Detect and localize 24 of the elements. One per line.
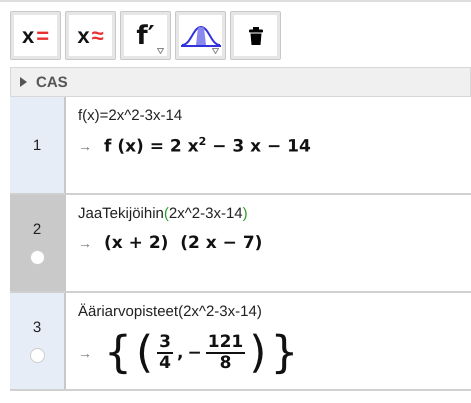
tool-button[interactable]: x≈ (65, 11, 116, 60)
row-header[interactable]: 1 (10, 97, 66, 193)
row-header[interactable]: 2 (10, 195, 66, 291)
arrow: → (78, 138, 92, 154)
row-header[interactable]: 3 (10, 293, 66, 389)
trash-icon (248, 26, 262, 44)
result-expression: (x + 2) (2 x − 7) (104, 233, 262, 253)
tool-button[interactable]: x= (10, 11, 61, 60)
visibility-toggle[interactable] (30, 348, 44, 363)
delete-button[interactable] (230, 11, 281, 60)
input-field[interactable]: Ääriarvopisteet(2x^2-3x-14) (78, 303, 262, 320)
view-title: CAS (36, 74, 68, 90)
row-number: 1 (32, 136, 42, 154)
row-number: 3 (32, 319, 42, 336)
probability-tool[interactable] (175, 11, 226, 60)
result-expression: f (x) = 2 x$^{2}$ − 3 x − 14 (104, 135, 311, 157)
input-field[interactable]: f(x)=2x^2-3x-14 (78, 107, 182, 124)
row-number: 2 (32, 221, 42, 238)
arrow: → (78, 235, 92, 251)
arrow: → (78, 345, 92, 361)
tool-button[interactable]: f′ (120, 11, 171, 60)
bell-curve-icon (180, 24, 220, 46)
visibility-toggle[interactable] (30, 250, 44, 265)
input-field[interactable]: JaaTekijöihin(2x^2-3x-14) (78, 205, 248, 222)
